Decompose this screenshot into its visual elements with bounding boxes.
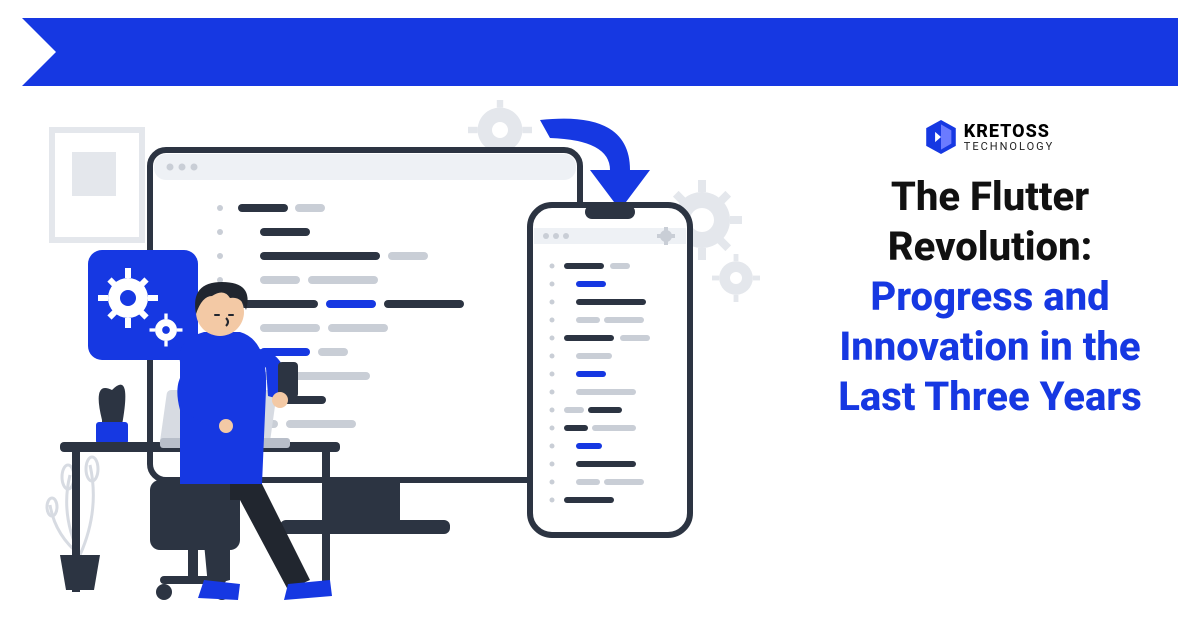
title-part1: The Flutter Revolution: [888,173,1092,270]
brand-tagline: TECHNOLOGY [964,141,1054,152]
developer-illustration [30,100,790,610]
logo-mark-icon [926,120,956,154]
page-title: The Flutter Revolution: Progress and Inn… [810,172,1170,422]
brand-logo: KRETOSS TECHNOLOGY [810,120,1170,154]
top-ribbon [22,18,1178,86]
hero-illustration [30,100,790,610]
brand-name: KRETOSS [964,123,1054,141]
title-part2: Progress and Innovation in the Last Thre… [838,273,1142,420]
